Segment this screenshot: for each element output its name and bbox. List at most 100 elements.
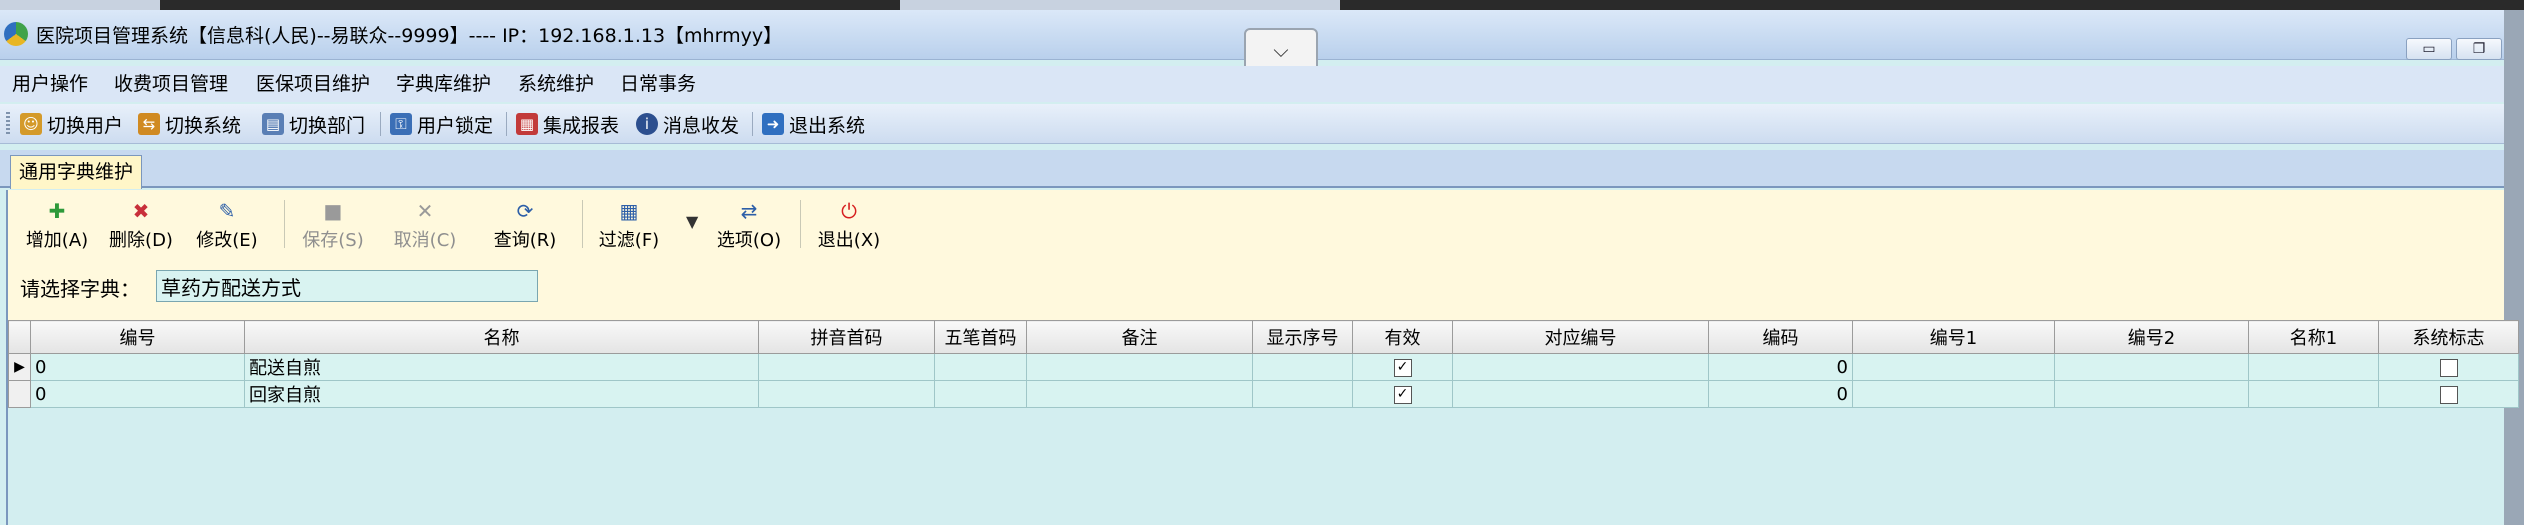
exit-icon: ➜ (762, 113, 784, 135)
users-icon: ☺ (20, 113, 42, 135)
cell-pinyin[interactable] (758, 380, 935, 408)
col-header-name1[interactable]: 名称1 (2248, 320, 2379, 354)
cell-mapped-code[interactable] (1452, 353, 1709, 381)
cell-system-flag[interactable] (2378, 380, 2519, 408)
col-header-code1[interactable]: 编号1 (1852, 320, 2055, 354)
toolbar-separator (284, 200, 285, 248)
exit-button[interactable]: ⏻ 退出(X) (812, 196, 886, 252)
browser-tab[interactable] (900, 0, 1340, 10)
document-tab-strip (0, 150, 2504, 188)
cell-mapped-code[interactable] (1452, 380, 1709, 408)
save-button[interactable]: ■ 保存(S) (296, 196, 370, 252)
cell-name[interactable]: 配送自煎 (244, 353, 759, 381)
menu-charge-items[interactable]: 收费项目管理 (114, 71, 228, 97)
switch-system-icon: ⇆ (138, 113, 160, 135)
delete-button[interactable]: ✖ 删除(D) (104, 196, 178, 252)
menu-user-operations[interactable]: 用户操作 (12, 71, 88, 97)
cell-remark[interactable] (1026, 353, 1253, 381)
col-header-display-order[interactable]: 显示序号 (1252, 320, 1353, 354)
filter-button[interactable]: ▦ 过滤(F) (592, 196, 666, 252)
cancel-button[interactable]: ✕ 取消(C) (388, 196, 462, 252)
cell-wubi[interactable] (934, 353, 1027, 381)
report-icon: ▦ (516, 113, 538, 135)
switch-user-button[interactable]: ☺ 切换用户 (20, 109, 123, 139)
restore-button[interactable]: ❐ (2456, 38, 2502, 60)
menu-insurance-items[interactable]: 医保项目维护 (256, 71, 370, 97)
row-indicator-header (8, 320, 31, 354)
switch-department-button[interactable]: ▤ 切换部门 (262, 109, 365, 139)
switch-system-button[interactable]: ⇆ 切换系统 (138, 109, 241, 139)
cell-encoding[interactable]: 0 (1708, 380, 1853, 408)
cell-encoding[interactable]: 0 (1708, 353, 1853, 381)
col-header-name[interactable]: 名称 (244, 320, 759, 354)
cell-code1[interactable] (1852, 353, 2055, 381)
col-header-remark[interactable]: 备注 (1026, 320, 1253, 354)
cell-pinyin[interactable] (758, 353, 935, 381)
info-icon: i (636, 113, 658, 135)
cell-valid[interactable]: ✓ (1352, 353, 1453, 381)
valid-checkbox[interactable]: ✓ (1393, 358, 1412, 377)
col-header-system-flag[interactable]: 系统标志 (2378, 320, 2519, 354)
options-button[interactable]: ⇄ 选项(O) (712, 196, 786, 252)
browser-tab[interactable] (0, 0, 160, 10)
toolbar-separator (800, 200, 801, 248)
col-header-mapped-code[interactable]: 对应编号 (1452, 320, 1709, 354)
cell-system-flag[interactable] (2378, 353, 2519, 381)
power-icon: ⏻ (841, 199, 857, 223)
lock-user-button[interactable]: ⚿ 用户锁定 (390, 109, 493, 139)
col-header-code[interactable]: 编号 (30, 320, 245, 354)
menu-dictionary[interactable]: 字典库维护 (396, 71, 491, 97)
exit-system-button[interactable]: ➜ 退出系统 (762, 109, 865, 139)
cell-name[interactable]: 回家自煎 (244, 380, 759, 408)
valid-checkbox[interactable]: ✓ (1393, 385, 1412, 404)
row-indicator: ▶ (8, 353, 31, 381)
col-header-encoding[interactable]: 编码 (1708, 320, 1853, 354)
table-row[interactable]: 0 回家自煎 ✓ 0 (8, 380, 2519, 408)
tab-general-dictionary[interactable]: 通用字典维护 (10, 155, 142, 189)
edit-button[interactable]: ✎ 修改(E) (190, 196, 264, 252)
cell-valid[interactable]: ✓ (1352, 380, 1453, 408)
toolbar-separator (582, 200, 583, 248)
user-lock-icon: ⚿ (390, 113, 412, 135)
cell-code2[interactable] (2054, 380, 2249, 408)
window-right-edge (2504, 10, 2524, 525)
add-button[interactable]: ✚ 增加(A) (20, 196, 94, 252)
minimize-button[interactable]: ▭ (2406, 38, 2452, 60)
col-header-wubi[interactable]: 五笔首码 (934, 320, 1027, 354)
filter-dropdown-arrow-icon[interactable]: ▼ (686, 212, 698, 231)
table-row[interactable]: ▶ 0 配送自煎 ✓ 0 (8, 353, 2519, 381)
menu-daily-affairs[interactable]: 日常事务 (620, 71, 696, 97)
toolbar-separator (380, 112, 381, 136)
cell-code1[interactable] (1852, 380, 2055, 408)
delete-icon: ✖ (132, 199, 150, 223)
save-icon: ■ (323, 199, 343, 223)
cell-name1[interactable] (2248, 353, 2379, 381)
menu-system-maintenance[interactable]: 系统维护 (518, 71, 594, 97)
cell-display-order[interactable] (1252, 380, 1353, 408)
cell-code2[interactable] (2054, 353, 2249, 381)
department-icon: ▤ (262, 113, 284, 135)
cell-wubi[interactable] (934, 380, 1027, 408)
system-flag-checkbox[interactable] (2439, 385, 2458, 404)
cell-name1[interactable] (2248, 380, 2379, 408)
col-header-pinyin[interactable]: 拼音首码 (758, 320, 935, 354)
messages-button[interactable]: i 消息收发 (636, 109, 739, 139)
cell-remark[interactable] (1026, 380, 1253, 408)
toolbar-grip[interactable] (6, 112, 10, 136)
add-icon: ✚ (48, 199, 66, 223)
row-indicator (8, 380, 31, 408)
browser-tab-strip (0, 0, 2524, 10)
filter-icon: ▦ (619, 199, 639, 223)
cell-display-order[interactable] (1252, 353, 1353, 381)
query-button[interactable]: ⟳ 查询(R) (488, 196, 562, 252)
app-logo-icon (4, 22, 28, 46)
cell-code[interactable]: 0 (30, 380, 245, 408)
dictionary-select-input[interactable] (156, 270, 538, 302)
window-title: 医院项目管理系统【信息科(人民)--易联众--9999】---- IP：192.… (36, 25, 783, 47)
cell-code[interactable]: 0 (30, 353, 245, 381)
col-header-valid[interactable]: 有效 (1352, 320, 1453, 354)
col-header-code2[interactable]: 编号2 (2054, 320, 2249, 354)
system-flag-checkbox[interactable] (2439, 358, 2458, 377)
query-icon: ⟳ (516, 199, 534, 223)
integrated-report-button[interactable]: ▦ 集成报表 (516, 109, 619, 139)
